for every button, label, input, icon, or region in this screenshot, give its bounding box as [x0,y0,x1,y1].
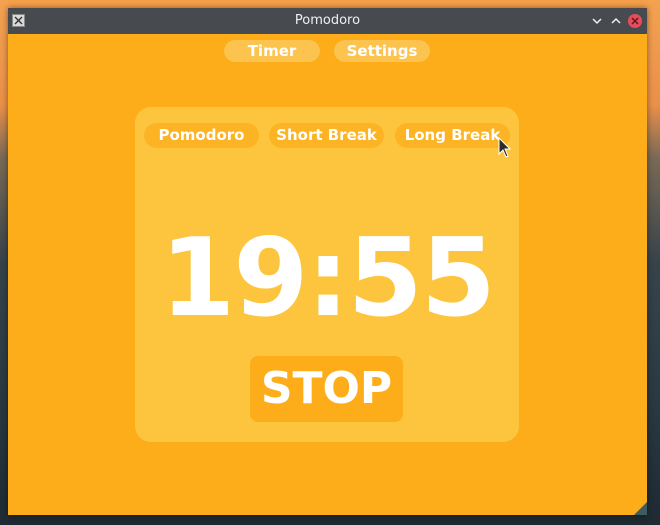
close-icon [628,14,642,28]
tab-timer[interactable]: Timer [224,40,320,62]
tab-settings[interactable]: Settings [334,40,430,62]
minimize-button[interactable] [589,13,605,29]
timer-card: Pomodoro Short Break Long Break 19:55 ST… [135,107,519,442]
maximize-button[interactable] [608,13,624,29]
desktop-background-right [647,0,660,525]
desktop-background-left [0,0,8,525]
resize-grip-icon[interactable] [634,502,647,515]
chevron-down-icon [592,18,602,25]
close-button[interactable] [627,13,643,29]
short-break-mode-button[interactable]: Short Break [269,123,384,148]
long-break-mode-button[interactable]: Long Break [395,123,510,148]
chevron-up-icon [611,17,621,24]
pomodoro-mode-button[interactable]: Pomodoro [144,123,259,148]
pomodoro-window: Pomodoro Timer Settings Pomodoro Short B… [8,8,647,515]
top-tab-bar: Timer Settings [8,40,647,62]
stop-button[interactable]: STOP [250,356,403,422]
mouse-cursor-icon [498,137,512,158]
timer-display: 19:55 [160,216,496,341]
title-bar[interactable]: Pomodoro [8,8,647,34]
window-title: Pomodoro [294,13,361,28]
